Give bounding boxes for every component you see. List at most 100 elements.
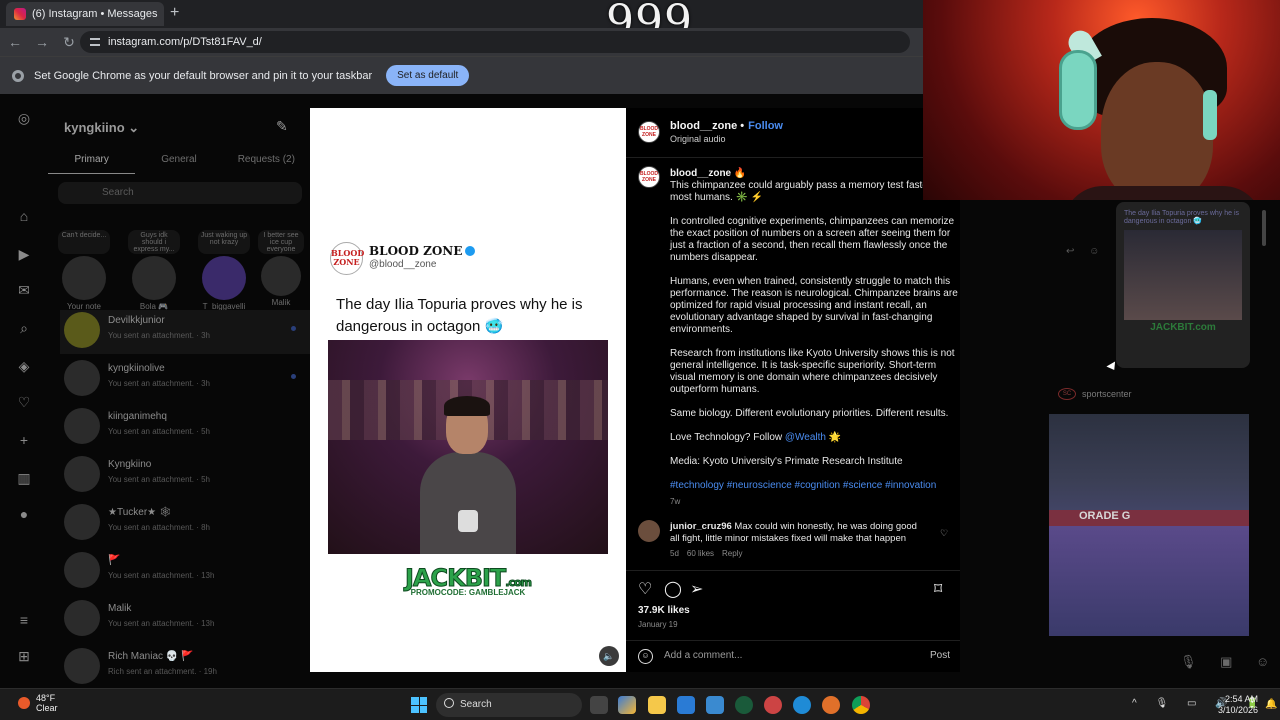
app-icon[interactable]	[735, 696, 753, 714]
address-bar[interactable]: instagram.com/p/DTst81FAV_d/	[80, 31, 910, 53]
weather-widget[interactable]: 48°F Clear	[18, 693, 58, 713]
comment-author[interactable]: junior_cruz96	[670, 521, 732, 532]
url-text: instagram.com/p/DTst81FAV_d/	[108, 36, 262, 48]
reply-button[interactable]: Reply	[722, 549, 742, 558]
file-explorer-icon[interactable]	[648, 696, 666, 714]
note-item[interactable]: Can't decide... Your note	[58, 230, 110, 311]
chrome-icon	[12, 69, 24, 82]
store-icon[interactable]	[677, 696, 695, 714]
copilot-icon[interactable]	[618, 696, 636, 714]
explore-icon[interactable]: ◈	[16, 358, 32, 374]
tab-requests[interactable]: Requests (2)	[223, 150, 310, 174]
create-icon[interactable]: +	[16, 432, 32, 448]
search-icon[interactable]: ⌕	[16, 320, 32, 336]
author-avatar[interactable]: BLOOD ZONE	[638, 121, 660, 143]
unread-dot	[291, 326, 296, 331]
verified-icon	[465, 246, 476, 256]
avatar	[202, 256, 246, 300]
tab-primary[interactable]: Primary	[48, 150, 136, 174]
inbox-username[interactable]: kyngkiino ⌄	[64, 120, 139, 136]
webcam-overlay	[923, 0, 1280, 200]
video-frame[interactable]	[328, 340, 608, 554]
conversation-item[interactable]: 🚩 You sent an attachment. · 13h	[60, 550, 310, 594]
dashboard-icon[interactable]: ▥	[16, 470, 32, 486]
note-item[interactable]: Just waking up not krazy T_biggavelli	[198, 230, 250, 311]
reels-icon[interactable]: ▶	[16, 246, 32, 262]
site-info-icon[interactable]	[90, 38, 100, 46]
add-comment-bar: ☺ Add a comment... Post	[626, 640, 960, 672]
more-icon[interactable]: ⊞	[16, 648, 32, 664]
shared-post-card[interactable]: The day Ilia Topuria proves why he is da…	[1116, 202, 1250, 368]
task-view-icon[interactable]	[590, 696, 608, 714]
chat-thread-backdrop: ↩ ☺ The day Ilia Topuria proves why he i…	[960, 200, 1280, 688]
photos-icon[interactable]	[706, 696, 724, 714]
audio-label[interactable]: Original audio	[670, 134, 726, 144]
conversation-item[interactable]: Malik You sent an attachment. · 13h	[60, 598, 310, 642]
comment-icon[interactable]: ◯	[664, 579, 682, 599]
notes-row: Can't decide... Your note Guys idk shoul…	[58, 230, 308, 311]
caption-author[interactable]: blood__zone 🔥	[670, 168, 746, 179]
likes-count[interactable]: 37.9K likes	[638, 605, 690, 616]
instagram-logo-icon[interactable]: ◎	[16, 110, 32, 126]
tab-title: (6) Instagram • Messages	[32, 8, 158, 20]
conversation-item[interactable]: Rich Maniac 💀 🚩 Rich sent an attachment.…	[60, 646, 310, 690]
home-icon[interactable]: ⌂	[16, 208, 32, 224]
notifications-icon[interactable]: ♡	[16, 394, 32, 410]
like-icon[interactable]: ♡	[638, 579, 652, 599]
emoji-icon[interactable]: ☺	[638, 649, 653, 664]
conversation-item[interactable]: Kyngkiino You sent an attachment. · 5h	[60, 454, 310, 498]
unread-dot	[291, 374, 296, 379]
reply-actions[interactable]: ↩ ☺	[1066, 246, 1105, 257]
post-comment-button[interactable]: Post	[930, 650, 950, 661]
comment-text: junior_cruz96 Max could win honestly, he…	[670, 521, 917, 544]
start-button[interactable]	[411, 697, 427, 713]
wealth-link[interactable]: @Wealth	[785, 432, 826, 443]
post-sidebar: BLOOD ZONE blood__zone • Follow Original …	[626, 108, 960, 672]
reload-icon[interactable]: ↻	[57, 34, 81, 51]
caption-hashtags[interactable]: #technology #neuroscience #cognition #sc…	[670, 480, 960, 492]
conversation-item[interactable]: kyngkiinolive You sent an attachment. · …	[60, 358, 310, 402]
edge-icon[interactable]	[793, 696, 811, 714]
conversation-item[interactable]: ★Tucker★ 🕸 You sent an attachment. · 8h	[60, 502, 310, 546]
profile-icon[interactable]: ●	[16, 506, 32, 522]
tab-general[interactable]: General	[135, 150, 222, 174]
menu-icon[interactable]: ≡	[16, 612, 32, 628]
comment-like-icon[interactable]: ♡	[940, 528, 948, 539]
chrome-taskbar-icon[interactable]	[852, 696, 870, 714]
shared-account[interactable]: SC sportscenter	[1058, 388, 1132, 400]
conversation-item[interactable]: Devilkkjunior You sent an attachment. · …	[60, 310, 310, 354]
note-item[interactable]: I better see ice cup everyone Malik	[258, 230, 304, 307]
messages-icon[interactable]: ✉	[16, 282, 32, 298]
author-link[interactable]: blood__zone	[670, 120, 737, 132]
brave-icon[interactable]	[822, 696, 840, 714]
clock[interactable]: 2:54 AM 3/10/2026	[1212, 694, 1258, 716]
comment-likes[interactable]: 60 likes	[687, 549, 714, 558]
post-media[interactable]: BLOOD ZONE BLOOD ZONE @blood__zone The d…	[310, 108, 626, 672]
fighter-figure	[420, 396, 516, 554]
bookmark-icon[interactable]: ⌑	[934, 579, 942, 599]
taskbar-search[interactable]: Search	[436, 693, 582, 717]
message-composer-icons[interactable]: 🎙 ▣ ☺	[1180, 654, 1279, 670]
avatar[interactable]	[638, 520, 660, 542]
back-icon[interactable]: ←	[3, 34, 27, 50]
notification-bell-icon[interactable]: 🔔	[1265, 699, 1277, 710]
browser-tab[interactable]: (6) Instagram • Messages 🔊 ✕	[6, 2, 164, 26]
app-icon-2[interactable]	[764, 696, 782, 714]
sponsor-logo: JACKBIT.com PROMOCODE: GAMBLEJACK	[390, 564, 546, 602]
inbox-search-input[interactable]: Search	[58, 182, 302, 204]
set-default-button[interactable]: Set as default	[386, 65, 470, 86]
follow-button[interactable]: Follow	[748, 120, 783, 132]
conversation-item[interactable]: kiinganimehq You sent an attachment. · 5…	[60, 406, 310, 450]
note-item[interactable]: Guys idk should i express my... Bola 🎮	[128, 230, 180, 311]
scrollbar[interactable]	[1262, 210, 1266, 246]
avatar	[261, 256, 301, 296]
caption-avatar[interactable]: BLOOD ZONE	[638, 166, 660, 188]
basketball-video[interactable]: ORADE G	[1049, 414, 1249, 636]
compose-icon[interactable]: ✎	[276, 118, 288, 135]
share-icon[interactable]: ➢	[690, 579, 703, 599]
forward-icon[interactable]: →	[30, 34, 54, 50]
new-tab-button[interactable]: +	[170, 4, 179, 22]
media-account-handle: @blood__zone	[369, 259, 437, 270]
comment-input[interactable]: Add a comment...	[664, 650, 742, 661]
mute-icon[interactable]: 🔈	[599, 646, 619, 666]
